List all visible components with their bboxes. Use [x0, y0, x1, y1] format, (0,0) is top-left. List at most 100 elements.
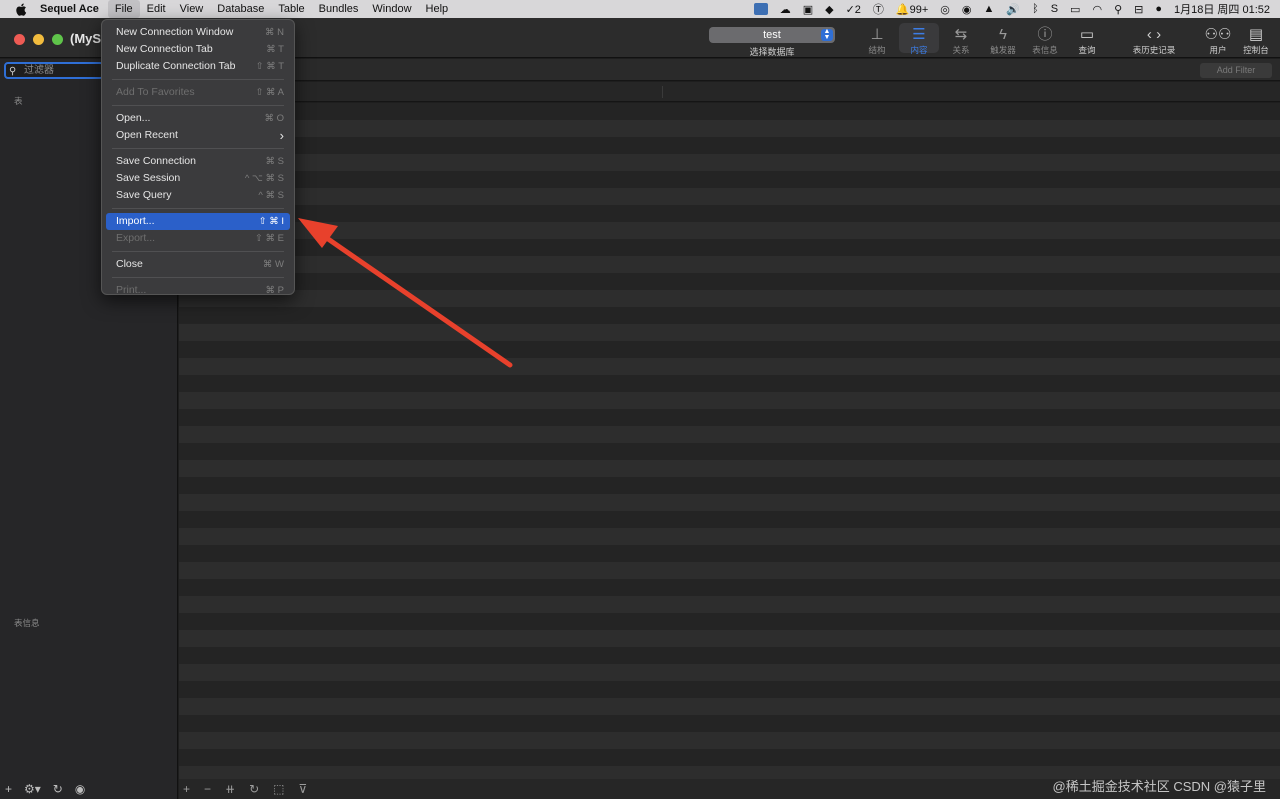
table-header: [179, 82, 1280, 102]
menu-item-close[interactable]: Close ⌘ W: [106, 256, 290, 273]
table-rows[interactable]: [179, 103, 1280, 779]
table-filter-input[interactable]: ⚲ 过滤器: [4, 62, 104, 79]
close-window-button[interactable]: [14, 34, 25, 45]
volume-icon[interactable]: 🔊: [1006, 3, 1020, 16]
add-filter-button[interactable]: Add Filter: [1200, 63, 1272, 78]
menu-item-shortcut: ⌘ N: [265, 27, 284, 38]
toolbar-structure-label: 结构: [868, 45, 886, 55]
menu-item-label: Import...: [116, 215, 155, 227]
toolbar-console[interactable]: ▤ 控制台: [1236, 26, 1276, 56]
menu-item-label: Duplicate Connection Tab: [116, 60, 236, 72]
menu-view[interactable]: View: [173, 0, 211, 18]
menu-item-add-to-favorites[interactable]: Add To Favorites ⇧ ⌘ A: [106, 84, 290, 101]
menu-item-open[interactable]: Open... ⌘ O: [106, 110, 290, 127]
menu-separator: [112, 251, 284, 252]
toolbar-users[interactable]: ⚇⚇ 用户: [1198, 26, 1238, 56]
database-select-label: 选择数据库: [749, 47, 795, 57]
menu-item-save-connection[interactable]: Save Connection ⌘ S: [106, 153, 290, 170]
menu-bundles[interactable]: Bundles: [312, 0, 366, 18]
w-icon[interactable]: ▣: [803, 3, 813, 16]
bell-icon[interactable]: 🔔99+: [896, 3, 928, 16]
toolbar-query[interactable]: ▭ 查询: [1067, 26, 1107, 56]
menu-item-export[interactable]: Export... ⇧ ⌘ E: [106, 230, 290, 247]
bluetooth-icon[interactable]: ᛒ: [1032, 3, 1039, 15]
add-table-icon[interactable]: +: [5, 782, 12, 796]
search-icon[interactable]: ⚲: [1114, 3, 1122, 16]
menu-item-label: Open...: [116, 112, 151, 124]
menu-item-print[interactable]: Print... ⌘ P: [106, 282, 290, 299]
badge-count: 2: [854, 3, 861, 16]
minimize-window-button[interactable]: [33, 34, 44, 45]
filter-icon[interactable]: ⊽: [299, 782, 308, 796]
chat-icon[interactable]: ◉: [962, 3, 972, 16]
refresh-icon[interactable]: ↻: [249, 782, 259, 796]
t-icon[interactable]: Ⓣ: [873, 1, 884, 17]
toolbar-structure[interactable]: ⊥ 结构: [857, 26, 897, 56]
eye-icon[interactable]: ◉: [75, 782, 85, 796]
menu-help[interactable]: Help: [419, 0, 456, 18]
badge-icon[interactable]: ✓2: [846, 3, 861, 16]
bell-icon-2[interactable]: ▲: [984, 3, 995, 15]
status-area: ☁ ▣ ◆ ✓2 Ⓣ 🔔99+ ◎ ◉ ▲ 🔊 ᛒ S ▭ ◠ ⚲ ⊟ ● 1月…: [753, 0, 1270, 18]
menu-item-shortcut: ⌘ S: [265, 156, 284, 167]
link-icon[interactable]: ⬚: [273, 782, 284, 796]
pen-icon[interactable]: ◆: [825, 3, 833, 16]
wifi-icon[interactable]: ◠: [1092, 3, 1102, 16]
menu-separator: [112, 277, 284, 278]
gear-icon[interactable]: ⚙▾: [24, 782, 41, 796]
apple-icon[interactable]: [14, 2, 28, 16]
menu-database[interactable]: Database: [210, 0, 271, 18]
menu-table[interactable]: Table: [271, 0, 311, 18]
content-pane: Add Filter + − ⧺ ↻ ⬚ ⊽ @稀土掘金技术社区 CSDN @猿…: [179, 59, 1280, 799]
siri-icon[interactable]: ●: [1155, 3, 1162, 15]
relations-icon: ⇆: [954, 26, 968, 43]
toolbar-history[interactable]: ‹ › 表历史记录: [1127, 26, 1181, 56]
app-status-icon[interactable]: [753, 3, 768, 15]
wechat-icon[interactable]: ◎: [940, 3, 950, 16]
menu-file[interactable]: File: [107, 0, 140, 18]
control-center-icon[interactable]: ⊟: [1134, 3, 1143, 16]
toolbar-console-label: 控制台: [1243, 45, 1269, 55]
toolbar-relations[interactable]: ⇆ 关系: [941, 26, 981, 56]
menu-item-label: Close: [116, 258, 143, 270]
menu-separator: [112, 79, 284, 80]
datetime[interactable]: 1月18日 周四 01:52: [1174, 1, 1270, 17]
menu-bar: Sequel Ace File Edit View Database Table…: [0, 0, 1280, 18]
menu-item-label: Add To Favorites: [116, 86, 195, 98]
menu-item-shortcut: ^ ⌥ ⌘ S: [244, 173, 284, 184]
toolbar-history-label: 表历史记录: [1132, 45, 1176, 55]
toolbar-table-info[interactable]: ⓘ 表信息: [1025, 26, 1065, 56]
users-icon: ⚇⚇: [1204, 26, 1232, 43]
remove-row-icon[interactable]: −: [204, 782, 211, 796]
column-divider[interactable]: [662, 86, 663, 98]
cloud-icon[interactable]: ☁: [780, 3, 791, 16]
menu-app-name[interactable]: Sequel Ace: [40, 0, 108, 18]
file-menu: New Connection Window ⌘ N New Connection …: [101, 19, 295, 296]
menu-item-label: New Connection Tab: [116, 43, 213, 55]
menu-edit[interactable]: Edit: [140, 0, 173, 18]
toolbar-content[interactable]: ☰ 内容: [899, 23, 939, 55]
battery-icon[interactable]: ▭: [1070, 3, 1080, 16]
database-select[interactable]: test ▲ ▼: [709, 27, 835, 43]
menu-item-new-connection-window[interactable]: New Connection Window ⌘ N: [106, 24, 290, 41]
menu-item-shortcut: ⌘ T: [266, 44, 284, 55]
history-icon: ‹ ›: [1146, 26, 1162, 43]
menu-item-label: Save Connection: [116, 155, 196, 167]
duplicate-row-icon[interactable]: ⧺: [225, 782, 235, 796]
s-icon[interactable]: S: [1051, 3, 1058, 15]
menu-item-save-query[interactable]: Save Query ^ ⌘ S: [106, 187, 290, 204]
database-select-value: test: [763, 29, 781, 41]
toolbar-relations-label: 关系: [952, 45, 970, 55]
zoom-window-button[interactable]: [52, 34, 63, 45]
menu-item-open-recent[interactable]: Open Recent ›: [106, 127, 290, 144]
menu-item-duplicate-connection-tab[interactable]: Duplicate Connection Tab ⇧ ⌘ T: [106, 58, 290, 75]
menu-window[interactable]: Window: [365, 0, 418, 18]
menu-item-import[interactable]: Import... ⇧ ⌘ I: [106, 213, 290, 230]
query-icon: ▭: [1079, 26, 1095, 43]
toolbar-triggers[interactable]: ϟ 触发器: [983, 26, 1023, 56]
menu-item-save-session[interactable]: Save Session ^ ⌥ ⌘ S: [106, 170, 290, 187]
refresh-icon[interactable]: ↻: [53, 782, 63, 796]
menu-item-new-connection-tab[interactable]: New Connection Tab ⌘ T: [106, 41, 290, 58]
add-row-icon[interactable]: +: [183, 782, 190, 796]
notification-count: 99+: [909, 3, 929, 16]
